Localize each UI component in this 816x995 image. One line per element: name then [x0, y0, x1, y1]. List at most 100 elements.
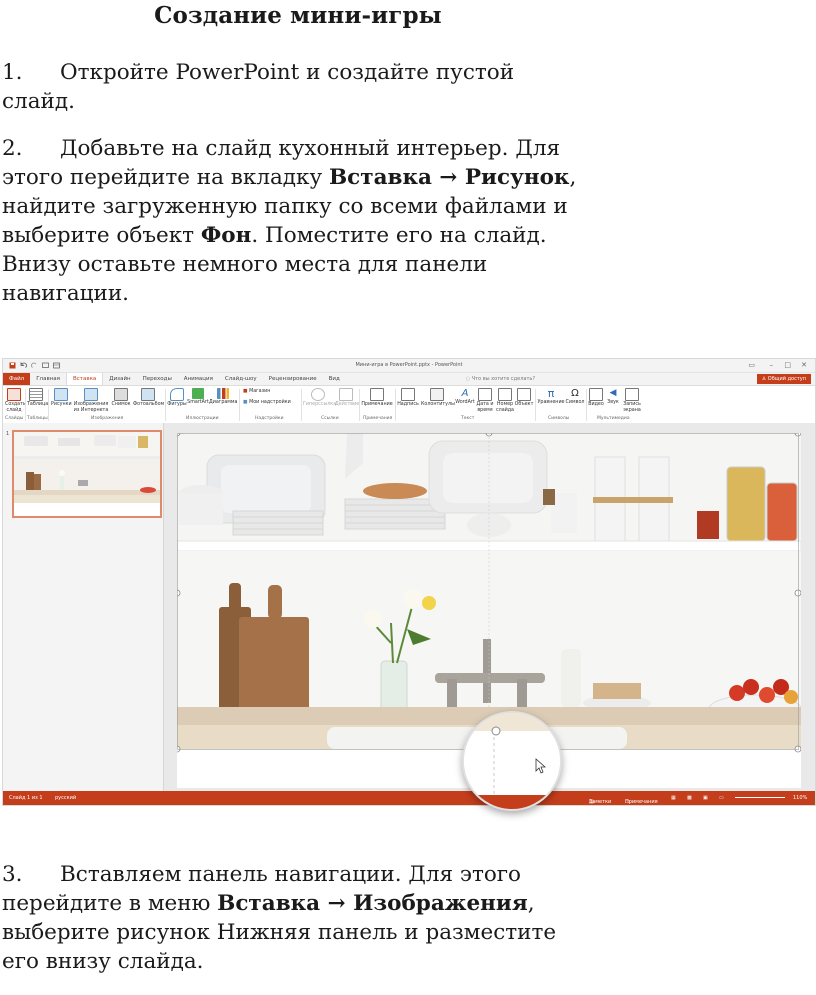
globe-icon [311, 388, 325, 401]
tab-view[interactable]: Вид [323, 373, 346, 385]
reading-view-icon[interactable]: ▣ [703, 795, 708, 801]
comment-icon [370, 388, 384, 401]
zoom-level[interactable]: 110% [793, 795, 807, 801]
new-slide-button[interactable]: Создать слайд [5, 388, 26, 414]
slide-number-button[interactable]: Номер слайда [495, 388, 515, 414]
group-label: Надстройки [255, 416, 284, 421]
camera-icon [114, 388, 128, 401]
thumbnail-number: 1 [6, 431, 10, 437]
title-bar: Мини-игра в PowerPoint.pptx - PowerPoint… [3, 359, 815, 373]
share-button[interactable]: ♙ Общий доступ [756, 374, 811, 384]
calendar-icon [478, 388, 492, 401]
tab-review[interactable]: Рецензирование [263, 373, 323, 385]
screen-recording-button[interactable]: Запись экрана [621, 388, 643, 414]
language-indicator[interactable]: русский [55, 795, 76, 801]
step-number: 3. [2, 862, 23, 887]
textbox-button[interactable]: Надпись [397, 388, 419, 408]
magnified-bottom-area [464, 713, 560, 809]
page-title: Создание мини-игры [154, 2, 442, 29]
minimize-icon[interactable]: – [770, 361, 774, 369]
textbox-icon [401, 388, 415, 401]
step-text: Откройте PowerPoint и создайте пустой сл… [2, 60, 515, 114]
header-footer-icon [430, 388, 444, 401]
video-button[interactable]: Видео [587, 388, 605, 408]
normal-view-icon[interactable]: ▦ [671, 795, 676, 801]
chart-button[interactable]: Диаграмма [209, 388, 238, 406]
globe-picture-icon [84, 388, 98, 401]
omega-icon: Ω [571, 388, 579, 399]
table-button[interactable]: Таблица [27, 388, 48, 408]
tell-me-input[interactable]: ◌ Что вы хотите сделать? [466, 376, 535, 382]
group-label: Ссылки [321, 416, 339, 421]
slide-thumbnails-pane: 1 [3, 423, 164, 791]
step-number: 2. [2, 136, 23, 161]
tab-insert[interactable]: Вставка [65, 373, 104, 385]
shapes-icon [170, 388, 184, 401]
step-number: 1. [2, 60, 23, 85]
object-icon [517, 388, 531, 401]
ribbon-display-icon[interactable]: ▭ [748, 361, 755, 369]
sorter-view-icon[interactable]: ▩ [687, 795, 692, 801]
header-footer-button[interactable]: Колонтитулы [421, 388, 455, 408]
powerpoint-screenshot: Мини-игра в PowerPoint.pptx - PowerPoint… [2, 358, 816, 806]
store-button[interactable]: ■ Магазин [243, 389, 303, 395]
slideshow-view-icon[interactable]: ▭ [719, 795, 724, 801]
ribbon-tabs: Файл Главная Вставка Дизайн Переходы Ани… [3, 373, 815, 386]
editor-area: 1 [3, 423, 815, 791]
tab-home[interactable]: Главная [30, 373, 66, 385]
date-time-button[interactable]: Дата и время [475, 388, 495, 414]
online-pictures-button[interactable]: Изображения из Интернета [73, 388, 109, 414]
video-icon [589, 388, 603, 401]
screen-record-icon [625, 388, 639, 401]
close-icon[interactable]: ✕ [801, 361, 807, 369]
audio-button[interactable]: ◀ Звук [605, 388, 621, 406]
magnifier-callout [462, 711, 562, 811]
tab-animations[interactable]: Анимация [178, 373, 219, 385]
step-bold: Вставка → Изображения [217, 891, 528, 916]
object-button[interactable]: Объект [514, 388, 534, 408]
group-label: Слайды [5, 416, 24, 421]
star-icon [339, 388, 353, 401]
group-label: Изображения [91, 416, 124, 421]
group-label: Текст [461, 416, 475, 421]
comment-button[interactable]: Примечание [361, 388, 393, 408]
speaker-icon: ◀ [609, 388, 617, 398]
pictures-button[interactable]: Рисунки [51, 388, 72, 408]
slide-thumbnail[interactable] [12, 430, 162, 518]
step-bold: Вставка → Рисунок [328, 165, 570, 190]
smartart-button[interactable]: SmartArt [187, 388, 209, 406]
zoom-slider[interactable] [735, 797, 785, 798]
ribbon: Создать слайд Таблица Рисунки Изображени… [3, 386, 815, 425]
group-label: Мультимедиа [597, 416, 630, 421]
tab-slideshow[interactable]: Слайд-шоу [219, 373, 263, 385]
status-bar: Слайд 1 из 1 русский ▤ Заметки ▭ Примеча… [3, 791, 815, 805]
action-button[interactable]: Действие [335, 388, 359, 408]
maximize-icon[interactable]: □ [784, 361, 791, 369]
new-slide-icon [7, 388, 21, 401]
step-2: 2. Добавьте на слайд кухонный интерьер. Д… [2, 134, 592, 308]
equation-button[interactable]: π Уравнение [537, 388, 565, 406]
window-title: Мини-игра в PowerPoint.pptx - PowerPoint [355, 362, 463, 368]
wordart-icon: A [461, 388, 469, 399]
wordart-button[interactable]: A WordArt [455, 388, 475, 406]
tab-file[interactable]: Файл [3, 373, 31, 385]
album-icon [141, 388, 155, 401]
screenshot-button[interactable]: Снимок [111, 388, 131, 408]
group-label: Таблицы [27, 416, 48, 421]
group-label: Символы [548, 416, 570, 421]
hash-icon [498, 388, 512, 401]
table-icon [29, 388, 43, 401]
step-1: 1. Откройте PowerPoint и создайте пустой … [2, 58, 592, 116]
photo-album-button[interactable]: Фотоальбом [133, 388, 164, 408]
tab-design[interactable]: Дизайн [103, 373, 136, 385]
picture-icon [54, 388, 68, 401]
shapes-button[interactable]: Фигуры [167, 388, 187, 408]
kitchen-thumbnail-image [14, 432, 160, 516]
hyperlink-button[interactable]: Гиперссылка [303, 388, 336, 408]
chart-icon [217, 388, 229, 399]
slide-counter: Слайд 1 из 1 [9, 795, 43, 801]
my-addins-button[interactable]: ■ Мои надстройки [243, 400, 303, 406]
symbol-button[interactable]: Ω Символ [565, 388, 585, 406]
step-bold: Фон [200, 223, 252, 248]
tab-transitions[interactable]: Переходы [137, 373, 178, 385]
